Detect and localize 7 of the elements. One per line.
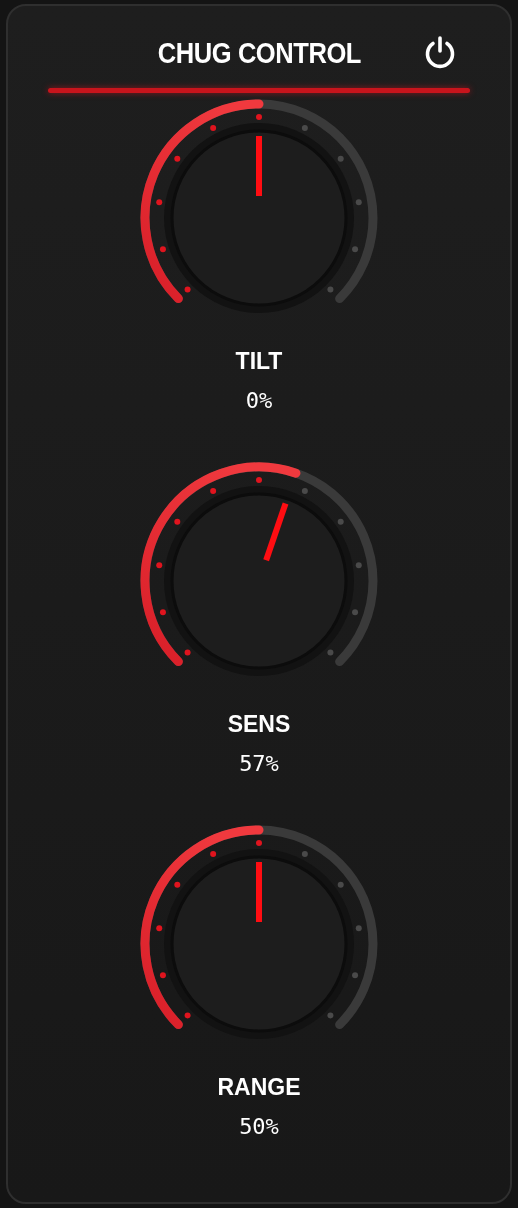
plugin-title: CHUG CONTROL	[157, 36, 361, 70]
knob-label: SENS	[227, 711, 291, 737]
knob-label: TILT	[235, 348, 283, 374]
knob-value: 0%	[245, 388, 273, 414]
knob-value: 50%	[239, 1114, 279, 1140]
knob-value: 57%	[239, 751, 279, 777]
knob-label: RANGE	[217, 1074, 301, 1100]
